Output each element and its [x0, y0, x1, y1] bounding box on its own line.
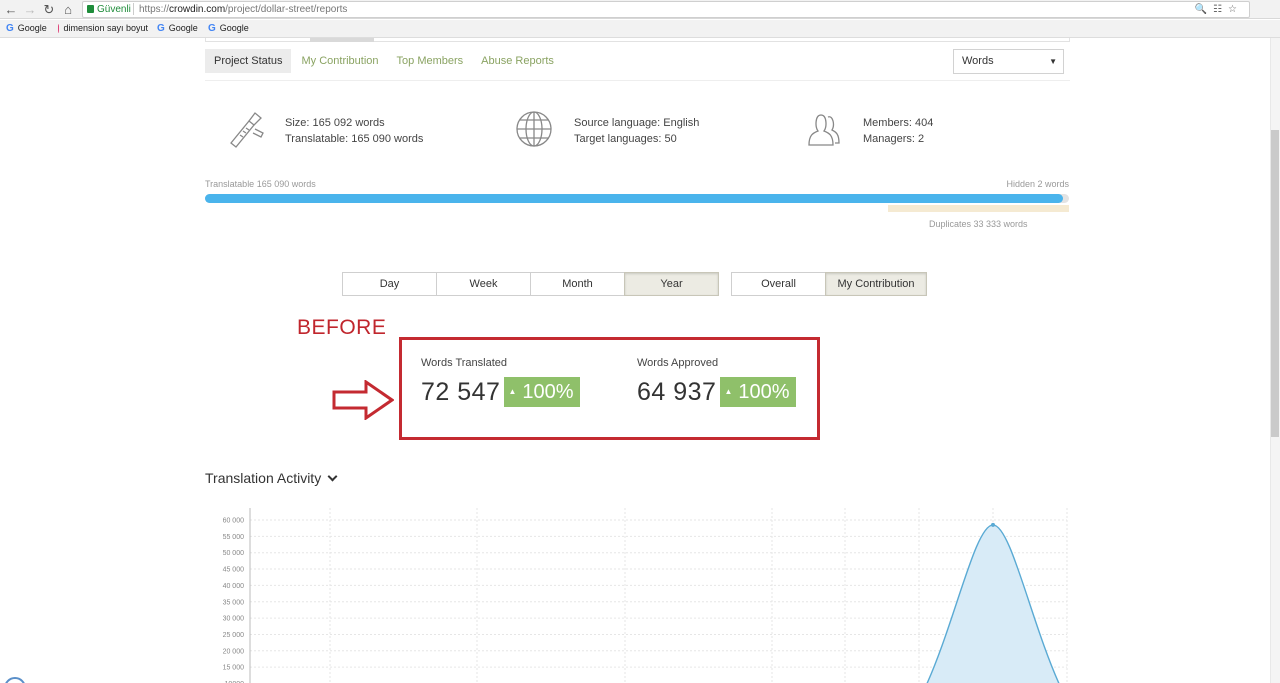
scrollbar-thumb[interactable] — [1271, 130, 1279, 437]
y-tick-label: 50 000 — [223, 550, 245, 557]
metric-words-approved: Words Approved 64 937 ▲ 100% — [637, 357, 796, 407]
words-approved-label: Words Approved — [637, 357, 719, 369]
managers-value: Managers: 2 — [863, 133, 925, 145]
arrow-right-icon — [332, 380, 394, 420]
url-text: https://crowdin.com/project/dollar-stree… — [139, 2, 347, 17]
words-translated-row: 72 547 ▲ 100% — [421, 377, 580, 407]
stat-members-text: Members: 404 Managers: 2 — [863, 115, 933, 147]
scope-switcher: Overall My Contribution — [731, 272, 927, 296]
url-separator — [133, 3, 134, 15]
y-tick-label: 40 000 — [223, 583, 245, 590]
help-icon[interactable] — [4, 677, 26, 683]
stat-members: Members: 404 Managers: 2 — [805, 109, 1005, 149]
metric-words-translated: Words Translated 72 547 ▲ 100% — [421, 357, 580, 407]
caret-down-icon: ▼ — [1049, 57, 1057, 66]
period-week-button[interactable]: Week — [436, 272, 531, 296]
triangle-up-icon: ▲ — [724, 387, 733, 396]
y-tick-label: 20 000 — [223, 648, 245, 655]
size-value: Size: 165 092 words — [285, 117, 385, 129]
y-tick-label: 45 000 — [223, 567, 245, 574]
period-switcher: Day Week Month Year — [342, 272, 719, 296]
google-icon: G — [157, 23, 165, 34]
data-point — [991, 522, 995, 527]
reload-icon[interactable]: ↻ — [40, 1, 58, 18]
tabs-divider — [205, 80, 1070, 81]
globe-icon — [516, 111, 552, 147]
url-action-icons[interactable]: 🔍☷☆ — [1195, 2, 1243, 17]
tab-top-members[interactable]: Top Members — [389, 49, 472, 73]
period-month-button[interactable]: Month — [530, 272, 625, 296]
tab-my-contribution[interactable]: My Contribution — [293, 49, 386, 73]
period-year-button[interactable]: Year — [624, 272, 719, 296]
home-icon[interactable]: ⌂ — [59, 1, 77, 18]
stat-size: Size: 165 092 words Translatable: 165 09… — [227, 109, 487, 149]
bookmark-item[interactable]: G Google — [208, 20, 249, 37]
target-languages-value: Target languages: 50 — [574, 133, 677, 145]
url-host: crowdin.com — [169, 4, 226, 15]
scope-overall-button[interactable]: Overall — [731, 272, 826, 296]
bookmark-item[interactable]: dimension sayı boyut — [58, 20, 148, 37]
lock-icon — [87, 5, 94, 13]
words-translated-value: 72 547 — [421, 377, 501, 406]
bookmark-item[interactable]: G Google — [6, 20, 47, 37]
scope-my-contribution-button[interactable]: My Contribution — [825, 272, 927, 296]
members-icon — [808, 114, 840, 146]
browser-address-bar: ← → ↻ ⌂ Güvenli https://crowdin.com/proj… — [0, 0, 1280, 19]
report-tabs: Project Status My Contribution Top Membe… — [205, 49, 564, 75]
translation-activity-title: Translation Activity — [205, 470, 322, 486]
period-day-button[interactable]: Day — [342, 272, 437, 296]
progress-fill — [205, 194, 1063, 203]
stat-size-text: Size: 165 092 words Translatable: 165 09… — [285, 115, 423, 147]
translatable-value: Translatable: 165 090 words — [285, 133, 424, 145]
unit-select[interactable]: Words ▼ — [953, 49, 1064, 74]
unit-select-value: Words — [962, 55, 994, 67]
duplicates-label: Duplicates 33 333 words — [929, 219, 1028, 229]
top-strip-tab — [310, 38, 374, 42]
members-value: Members: 404 — [863, 117, 934, 129]
translation-activity-toggle[interactable]: Translation Activity — [205, 470, 338, 486]
stat-languages: Source language: English Target language… — [516, 109, 776, 149]
back-icon[interactable]: ← — [2, 1, 20, 18]
series-area — [927, 524, 1059, 683]
before-annotation: BEFORE — [297, 316, 387, 339]
source-language-value: Source language: English — [574, 117, 700, 129]
y-tick-label: 35 000 — [223, 599, 245, 606]
tab-abuse-reports[interactable]: Abuse Reports — [473, 49, 562, 73]
translation-progress-bar — [205, 194, 1069, 203]
words-approved-change: 100% — [738, 381, 790, 403]
y-tick-label: 15 000 — [223, 665, 245, 672]
change-badge: ▲ 100% — [504, 377, 580, 407]
y-tick-label: 55 000 — [223, 534, 245, 541]
forward-icon[interactable]: → — [21, 1, 39, 18]
stat-languages-text: Source language: English Target language… — [574, 115, 699, 147]
y-tick-label: 60 000 — [223, 518, 245, 525]
triangle-up-icon: ▲ — [508, 387, 517, 396]
bookmarks-bar: G Google dimension sayı boyut G Google G Go… — [0, 20, 1280, 38]
tab-project-status[interactable]: Project Status — [205, 49, 292, 73]
hidden-label: Hidden 2 words — [1006, 179, 1069, 189]
chevron-down-icon — [327, 471, 338, 481]
google-icon: G — [208, 23, 216, 34]
url-prefix: https:// — [139, 4, 170, 15]
translation-activity-chart: 60 000 55 000 50 000 45 000 40 000 35 000 30 0… — [223, 508, 1068, 683]
pin-icon — [58, 24, 60, 33]
url-field[interactable]: Güvenli https://crowdin.com/project/doll… — [82, 1, 1250, 18]
ruler-icon — [230, 112, 264, 148]
google-icon: G — [6, 23, 14, 34]
words-translated-label: Words Translated — [421, 357, 508, 369]
translatable-label: Translatable 165 090 words — [205, 179, 316, 189]
change-badge: ▲ 100% — [720, 377, 796, 407]
y-tick-label: 25 000 — [223, 632, 245, 639]
words-approved-value: 64 937 — [637, 377, 717, 406]
words-approved-row: 64 937 ▲ 100% — [637, 377, 796, 407]
duplicates-bar — [888, 205, 1069, 212]
words-translated-change: 100% — [522, 381, 574, 403]
bookmark-item[interactable]: G Google — [157, 20, 198, 37]
url-path: /project/dollar-street/reports — [225, 4, 348, 15]
y-tick-label: 30 000 — [223, 616, 245, 623]
secure-label: Güvenli — [97, 4, 131, 15]
